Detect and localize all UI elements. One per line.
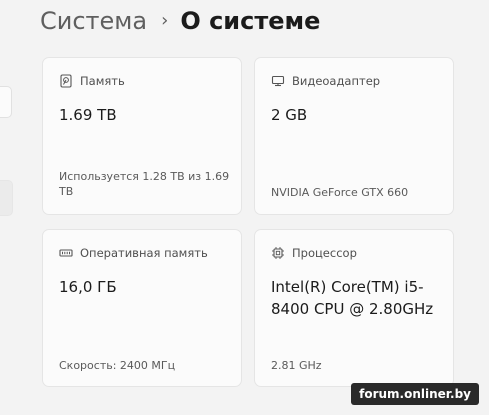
page-title: О системе xyxy=(180,7,321,35)
gpu-card-title: Видеоадаптер xyxy=(292,74,381,88)
cpu-card[interactable]: Процессор Intel(R) Core(TM) i5-8400 CPU … xyxy=(254,229,454,387)
cpu-card-header: Процессор xyxy=(271,246,357,260)
cpu-model-value: Intel(R) Core(TM) i5-8400 CPU @ 2.80GHz xyxy=(271,278,434,318)
sidebar-item-fragment[interactable] xyxy=(0,180,13,216)
cpu-icon xyxy=(272,247,284,259)
cpu-card-title: Процессор xyxy=(292,246,357,260)
storage-card[interactable]: Память 1.69 TB Используется 1.28 TB из 1… xyxy=(42,57,242,215)
gpu-icon xyxy=(271,75,285,87)
cpu-frequency-text: 2.81 GHz xyxy=(271,359,322,372)
breadcrumb-parent-link[interactable]: Система xyxy=(40,7,147,35)
ram-size-value: 16,0 ГБ xyxy=(59,278,117,296)
ram-card-title: Оперативная память xyxy=(80,246,208,260)
storage-card-header: Память xyxy=(59,74,125,88)
watermark: forum.onliner.by xyxy=(351,383,479,405)
ram-card[interactable]: Оперативная память 16,0 ГБ Скорость: 240… xyxy=(42,229,242,387)
chevron-right-icon: › xyxy=(161,9,169,31)
storage-card-title: Память xyxy=(80,74,125,88)
gpu-memory-value: 2 GB xyxy=(271,106,308,124)
breadcrumb: Система › О системе xyxy=(40,4,320,38)
storage-icon xyxy=(60,74,72,88)
ram-card-header: Оперативная память xyxy=(59,246,208,260)
storage-usage-text: Используется 1.28 TB из 1.69 TB xyxy=(59,170,230,198)
storage-total-value: 1.69 TB xyxy=(59,106,117,124)
gpu-card[interactable]: Видеоадаптер 2 GB NVIDIA GeForce GTX 660 xyxy=(254,57,454,215)
ram-icon xyxy=(59,249,73,257)
sidebar-search-fragment[interactable] xyxy=(0,86,12,118)
ram-speed-text: Скорость: 2400 МГц xyxy=(59,359,176,372)
gpu-card-header: Видеоадаптер xyxy=(271,74,380,88)
gpu-model-text: NVIDIA GeForce GTX 660 xyxy=(271,186,409,199)
